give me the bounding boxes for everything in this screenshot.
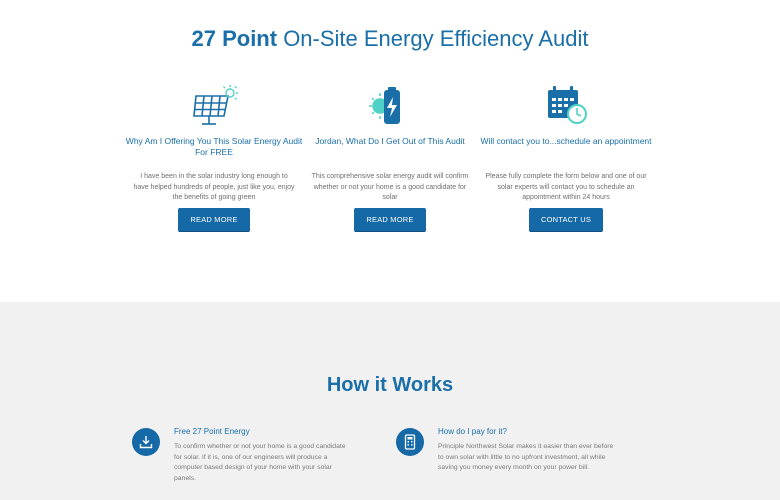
feature-body: Free 27 Point Energy To confirm whether … — [174, 426, 354, 484]
page-title-bold: 27 Point — [191, 26, 278, 51]
column-text: Please fully complete the form below and… — [485, 173, 647, 201]
audit-column-free: Why Am I Offering You This Solar Energy … — [124, 84, 304, 231]
audit-column-contact: Will contact you to...schedule an appoin… — [476, 84, 656, 231]
audit-column-benefits: Jordan, What Do I Get Out of This Audit … — [300, 84, 480, 231]
feature-text: To confirm whether or not your home is a… — [174, 443, 346, 482]
feature-title: Free 27 Point Energy — [174, 427, 250, 436]
calendar-clock-icon — [542, 84, 590, 128]
section-title: How it Works — [0, 374, 780, 397]
how-it-works-section: How it Works Free 27 Point Energy To con… — [0, 302, 780, 500]
column-text: This comprehensive solar energy audit wi… — [311, 173, 469, 201]
column-title: Jordan, What Do I Get Out of This Audit — [315, 136, 465, 146]
download-icon — [132, 428, 160, 456]
calculator-icon — [396, 428, 424, 456]
audit-section: 27 Point On-Site Energy Efficiency Audit — [0, 0, 780, 302]
feature-text: Principle Northwest Solar makes it easie… — [438, 443, 614, 471]
feature-body: How do I pay for it? Principle Northwest… — [438, 426, 618, 474]
section-title-bold: Works — [392, 374, 454, 396]
battery-sun-icon — [366, 84, 414, 128]
column-title: Will contact you to...schedule an appoin… — [480, 136, 652, 146]
feature-title: How do I pay for it? — [438, 427, 507, 436]
page-title-rest: On-Site Energy Efficiency Audit — [277, 26, 589, 51]
column-text: I have been in the solar industry long e… — [133, 173, 295, 201]
column-title: Why Am I Offering You This Solar Energy … — [125, 136, 303, 157]
section-title-rest: How it — [326, 374, 393, 396]
read-more-button[interactable]: READ MORE — [178, 208, 250, 231]
read-more-button[interactable]: READ MORE — [354, 208, 426, 231]
solar-panel-icon — [190, 84, 238, 128]
contact-us-button[interactable]: CONTACT US — [528, 208, 604, 231]
page-title: 27 Point On-Site Energy Efficiency Audit — [0, 26, 780, 52]
